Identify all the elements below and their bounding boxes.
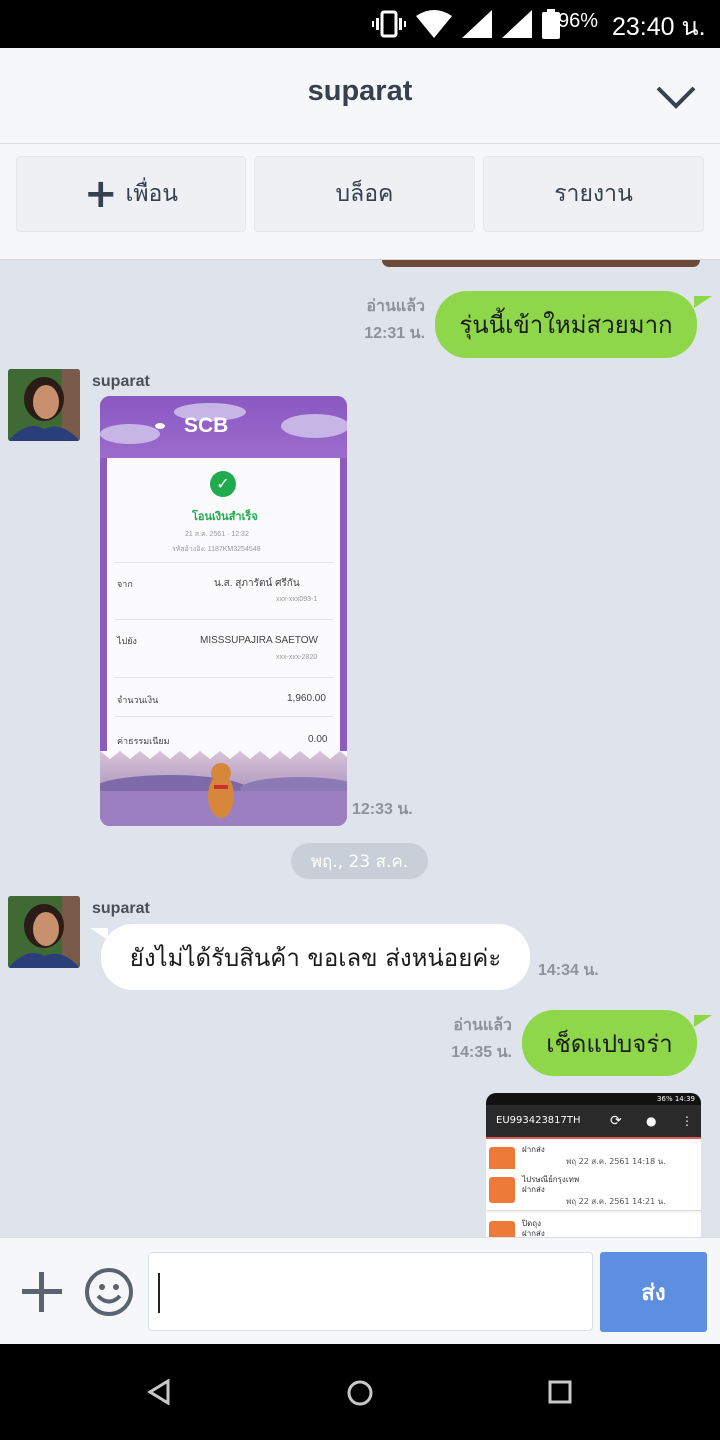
chat-messages[interactable]: อ่านแล้ว 12:31 น. รุ่นนี้เข้าใหม่สวยมาก … xyxy=(0,260,720,1237)
message-text: ยังไม่ได้รับสินค้า ขอเลข ส่งหน่อยค่ะ xyxy=(129,943,502,972)
avatar-image xyxy=(8,896,80,968)
refresh-icon: ⟳ xyxy=(610,1113,622,1129)
thumbnail-status-bar: 36% 14:39 xyxy=(486,1093,701,1105)
plus-icon[interactable] xyxy=(20,1270,64,1314)
send-label: ส่ง xyxy=(641,1280,666,1306)
incoming-message[interactable]: ยังไม่ได้รับสินค้า ขอเลข ส่งหน่อยค่ะ xyxy=(101,924,530,990)
row-time: พฤ 22 ส.ค. 2561 14:21 น. xyxy=(566,1197,666,1206)
receipt-footer-illustration xyxy=(100,751,347,826)
from-account: xxx-xxx093-1 xyxy=(276,596,318,603)
chat-header: suparat xyxy=(0,48,720,144)
tracking-number: EU993423817TH xyxy=(496,1115,581,1126)
to-label: ไปยัง xyxy=(117,636,137,646)
avatar[interactable] xyxy=(8,369,80,441)
avatar[interactable] xyxy=(8,896,80,968)
check-icon: ✓ xyxy=(210,471,236,497)
friend-action-bar: + เพื่อน บล็อค รายงาน xyxy=(0,144,720,260)
report-label: รายงาน xyxy=(554,181,633,207)
outgoing-message[interactable]: รุ่นนี้เข้าใหม่สวยมาก xyxy=(435,291,697,358)
navigation-bar xyxy=(0,1344,720,1440)
sender-name: suparat xyxy=(92,373,150,390)
receipt-reference: รหัสอ้างอิง: 1187KM3254548 xyxy=(172,546,261,553)
bubble-tail xyxy=(694,1015,712,1027)
message-meta: อ่านแล้ว 14:35 น. xyxy=(418,1012,512,1066)
row-subtitle: ฝากส่ง xyxy=(522,1185,545,1194)
truck-icon xyxy=(489,1221,515,1237)
receipt-date: 21 ส.ค. 2561 · 12:32 xyxy=(185,531,249,538)
send-button[interactable]: ส่ง xyxy=(600,1252,707,1332)
transfer-receipt-image[interactable]: SCB ✓ โอนเงินสำเร็จ 21 ส.ค. 2561 · 12:32… xyxy=(100,396,347,826)
fee-value: 0.00 xyxy=(308,734,328,745)
tracking-row: ไปรษณีย์กรุงเทพ ฝากส่ง พฤ 22 ส.ค. 2561 1… xyxy=(486,1169,701,1211)
message-meta: 12:33 น. xyxy=(352,796,422,823)
vibrate-icon xyxy=(372,10,406,38)
message-time: 12:31 น. xyxy=(364,325,425,342)
fee-label: ค่าธรรมเนียม xyxy=(117,736,170,746)
previous-image-message[interactable] xyxy=(382,260,700,267)
text-cursor xyxy=(158,1273,160,1313)
back-icon[interactable] xyxy=(146,1379,172,1405)
plus-icon: + xyxy=(83,171,118,217)
message-text: เช็ดแปบจร่า xyxy=(546,1029,673,1058)
recents-icon[interactable] xyxy=(548,1380,572,1404)
from-label: จาก xyxy=(117,579,133,589)
avatar-image xyxy=(8,369,80,441)
row-title: ฝากส่ง xyxy=(522,1145,545,1154)
truck-icon xyxy=(489,1177,515,1203)
receipt-body xyxy=(107,458,340,758)
chevron-down-icon[interactable] xyxy=(650,76,702,116)
status-icons xyxy=(372,8,560,40)
divider xyxy=(114,677,334,678)
message-input-bar: ส่ง xyxy=(0,1237,720,1344)
message-input[interactable] xyxy=(148,1252,593,1331)
lavender-field-illustration xyxy=(100,751,347,826)
message-meta: อ่านแล้ว 12:31 น. xyxy=(330,293,425,347)
divider xyxy=(114,562,334,563)
amount-value: 1,960.00 xyxy=(287,693,326,704)
sender-name: suparat xyxy=(92,900,150,917)
signal-icon-2 xyxy=(502,10,532,38)
tracking-screenshot-image[interactable]: 36% 14:39 EU993423817TH ⟳ ● ⋮ ฝากส่ง พฤ … xyxy=(486,1093,701,1237)
chat-title: suparat xyxy=(307,75,413,107)
signal-icon xyxy=(462,10,492,38)
tracking-row: ปิดถุง ฝากส่ง xyxy=(486,1213,701,1237)
report-button[interactable]: รายงาน xyxy=(483,156,704,232)
add-friend-label: เพื่อน xyxy=(125,181,179,207)
message-time: 12:33 น. xyxy=(352,801,413,818)
to-name: MISSSUPAJIRA SAETOW xyxy=(200,635,318,646)
message-time: 14:35 น. xyxy=(451,1044,512,1061)
thumbnail-tracking-bar: EU993423817TH ⟳ ● ⋮ xyxy=(486,1105,701,1137)
pin-icon: ● xyxy=(646,1114,657,1128)
clock: 23:40 น. xyxy=(612,13,706,41)
outgoing-message[interactable]: เช็ดแปบจร่า xyxy=(522,1010,697,1076)
wifi-icon xyxy=(416,10,452,38)
read-receipt: อ่านแล้ว xyxy=(366,298,425,315)
receipt-header: SCB xyxy=(100,396,347,458)
date-separator: พฤ., 23 ส.ค. xyxy=(291,843,428,879)
from-name: น.ส. สุภารัตน์ ศรีกัน xyxy=(214,578,300,589)
add-friend-button[interactable]: + เพื่อน xyxy=(16,156,246,232)
home-icon[interactable] xyxy=(346,1379,374,1407)
scb-logo: SCB xyxy=(184,414,229,437)
emoji-icon[interactable] xyxy=(84,1267,134,1317)
divider xyxy=(114,716,334,717)
read-receipt: อ่านแล้ว xyxy=(453,1017,512,1034)
to-account: xxx-xxx-2820 xyxy=(276,654,318,661)
more-icon: ⋮ xyxy=(681,1114,693,1128)
message-meta: 14:34 น. xyxy=(538,957,618,984)
row-time: พฤ 22 ส.ค. 2561 14:18 น. xyxy=(566,1157,666,1166)
date-label: พฤ., 23 ส.ค. xyxy=(310,851,409,872)
message-time: 14:34 น. xyxy=(538,962,599,979)
block-button[interactable]: บล็อค xyxy=(254,156,475,232)
bubble-tail xyxy=(694,296,712,308)
status-bar: 96% 23:40 น. xyxy=(0,0,720,48)
row-subtitle: ฝากส่ง xyxy=(522,1229,545,1237)
battery-percent: 96% xyxy=(558,10,599,32)
divider xyxy=(114,619,334,620)
amount-label: จำนวนเงิน xyxy=(117,695,159,705)
block-label: บล็อค xyxy=(335,181,394,207)
receipt-status: โอนเงินสำเร็จ xyxy=(192,511,258,523)
message-text: รุ่นนี้เข้าใหม่สวยมาก xyxy=(459,311,673,339)
